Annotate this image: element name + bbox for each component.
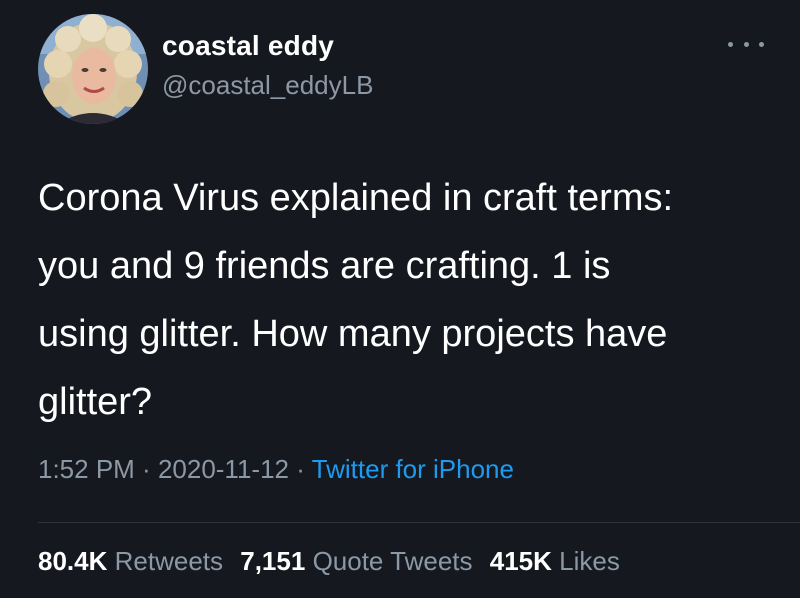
retweets-label: Retweets [114, 546, 224, 576]
more-dot [728, 41, 733, 47]
user-handle[interactable]: @coastal_eddyLB [162, 70, 373, 101]
likes-label: Likes [559, 546, 620, 576]
likes-count: 415K [489, 546, 552, 576]
divider [38, 522, 800, 523]
tweet-text-line: you and 9 friends are crafting. 1 is [38, 245, 611, 287]
retweets-stat[interactable]: 80.4K Retweets [38, 546, 223, 576]
tweet-stats: 80.4K Retweets 7,151 Quote Tweets 415K L… [38, 546, 630, 577]
more-dot [759, 41, 764, 47]
tweet-card: coastal eddy @coastal_eddyLB Corona Viru… [0, 0, 800, 598]
tweet-time[interactable]: 1:52 PM [38, 454, 135, 484]
tweet-text-line: glitter? [38, 381, 153, 423]
quote-tweets-stat[interactable]: 7,151 Quote Tweets [240, 546, 472, 576]
quote-tweets-label: Quote Tweets [312, 546, 473, 576]
avatar-image [38, 14, 148, 124]
tweet-text-line: using glitter. How many projects have [38, 313, 668, 355]
tweet-source-link[interactable]: Twitter for iPhone [312, 454, 514, 484]
quote-tweets-count: 7,151 [240, 546, 306, 576]
tweet-text-line: Corona Virus explained in craft terms: [38, 177, 674, 219]
tweet-date[interactable]: 2020-11-12 [158, 454, 289, 484]
avatar[interactable] [38, 14, 148, 124]
display-name[interactable]: coastal eddy [162, 30, 334, 62]
tweet-text: Corona Virus explained in craft terms: y… [38, 164, 778, 436]
meta-separator: · [289, 454, 312, 484]
likes-stat[interactable]: 415K Likes [490, 546, 620, 576]
tweet-meta: 1:52 PM · 2020-11-12 · Twitter for iPhon… [38, 454, 514, 485]
more-dot [743, 41, 749, 47]
retweets-count: 80.4K [38, 546, 108, 576]
more-horizontal-icon[interactable] [728, 34, 764, 54]
meta-separator: · [134, 454, 158, 484]
